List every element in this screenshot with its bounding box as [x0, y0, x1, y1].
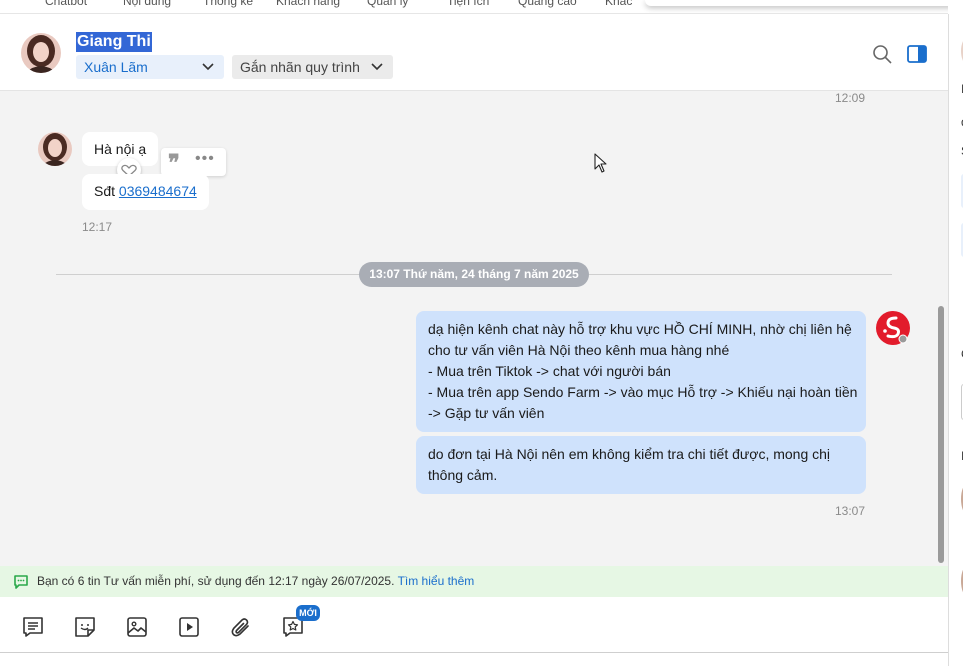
video-icon[interactable] [177, 615, 201, 639]
message-line: cho tư vấn viên Hà Nội theo kênh mua hàn… [428, 342, 730, 358]
message-text: Hà nội ạ [94, 141, 147, 157]
search-icon[interactable] [871, 43, 893, 65]
chevron-down-icon [371, 63, 383, 71]
chat-scrollbar[interactable] [938, 306, 944, 563]
dropdown-popup [645, 0, 948, 6]
message-time: 12:09 [835, 91, 866, 105]
nav-more[interactable]: Khác [605, 0, 632, 8]
contact-avatar[interactable] [21, 33, 61, 73]
message-line: - Mua trên Tiktok -> chat với người bán [428, 363, 671, 379]
message-line: dạ hiện kênh chat này hỗ trợ khu vực HỒ … [428, 321, 852, 337]
message-actions: ❞ ••• [161, 148, 226, 176]
template-message-icon[interactable] [21, 615, 45, 639]
sender-avatar[interactable] [38, 132, 72, 166]
more-options-icon[interactable]: ••• [195, 150, 215, 168]
nav-stats[interactable]: Thống kê [203, 0, 253, 8]
composer-toolbar: MỚI [0, 597, 948, 653]
brand-logo-icon [883, 316, 908, 344]
mouse-cursor-icon [594, 153, 607, 173]
outgoing-message[interactable]: dạ hiện kênh chat này hỗ trợ khu vực HỒ … [416, 311, 866, 432]
free-messages-notice: Bạn có 6 tin Tư vấn miễn phí, sử dụng đế… [0, 566, 948, 597]
process-label-placeholder: Gắn nhãn quy trình [240, 59, 360, 75]
sticker-icon[interactable] [73, 615, 97, 639]
outgoing-message[interactable]: do đơn tại Hà Nội nên em không kiểm tra … [416, 436, 866, 494]
chat-window: Chatbot Nội dung Thống kê Khách hàng Quả… [0, 0, 963, 666]
attachment-icon[interactable] [229, 615, 253, 639]
assignee-value: Xuân Lãm [84, 59, 148, 75]
message-icon [14, 575, 28, 589]
nav-chatbot[interactable]: Chatbot [45, 0, 87, 8]
incoming-message[interactable]: Sđt 0369484674 [82, 174, 209, 210]
phone-number-link[interactable]: 0369484674 [119, 183, 197, 199]
conversation-header: Giang Thi Xuân Lãm Gắn nhãn quy trình [0, 14, 948, 91]
new-badge: MỚI [296, 605, 320, 621]
message-list: 12:09 Hà nội ạ ❞ ••• Sđt 0369484674 12:1… [0, 91, 948, 566]
nav-content[interactable]: Nội dung [123, 0, 171, 8]
notice-text: Bạn có 6 tin Tư vấn miễn phí, sử dụng đế… [37, 574, 395, 588]
message-line: do đơn tại Hà Nội nên em không kiểm tra … [428, 446, 831, 462]
message-line: - Mua trên app Sendo Farm -> vào mục Hỗ … [428, 384, 858, 400]
page-avatar[interactable] [876, 311, 910, 345]
learn-more-link[interactable]: Tìm hiểu thêm [398, 574, 475, 588]
toggle-sidebar-icon[interactable] [906, 43, 928, 65]
info-panel: I đ S C I [948, 14, 963, 666]
message-line: thông cảm. [428, 467, 498, 483]
assignee-dropdown[interactable]: Xuân Lãm [76, 55, 224, 79]
date-divider: 13:07 Thứ năm, 24 tháng 7 năm 2025 [359, 262, 589, 287]
process-label-dropdown[interactable]: Gắn nhãn quy trình [232, 55, 393, 79]
message-time: 13:07 [835, 504, 866, 518]
chevron-down-icon [202, 63, 214, 71]
message-line: -> Gặp tư vấn viên [428, 405, 545, 421]
contact-name: Giang Thi [76, 32, 152, 52]
nav-utilities[interactable]: Tiện ích [447, 0, 489, 8]
message-text-prefix: Sđt [94, 183, 119, 199]
top-navigation: Chatbot Nội dung Thống kê Khách hàng Quả… [0, 0, 948, 14]
quote-reply-icon[interactable]: ❞ [168, 150, 180, 176]
nav-customers[interactable]: Khách hàng [276, 0, 340, 8]
nav-management[interactable]: Quản lý [367, 0, 408, 8]
nav-ads[interactable]: Quảng cáo [518, 0, 577, 8]
image-icon[interactable] [125, 615, 149, 639]
message-time: 12:17 [82, 220, 113, 234]
